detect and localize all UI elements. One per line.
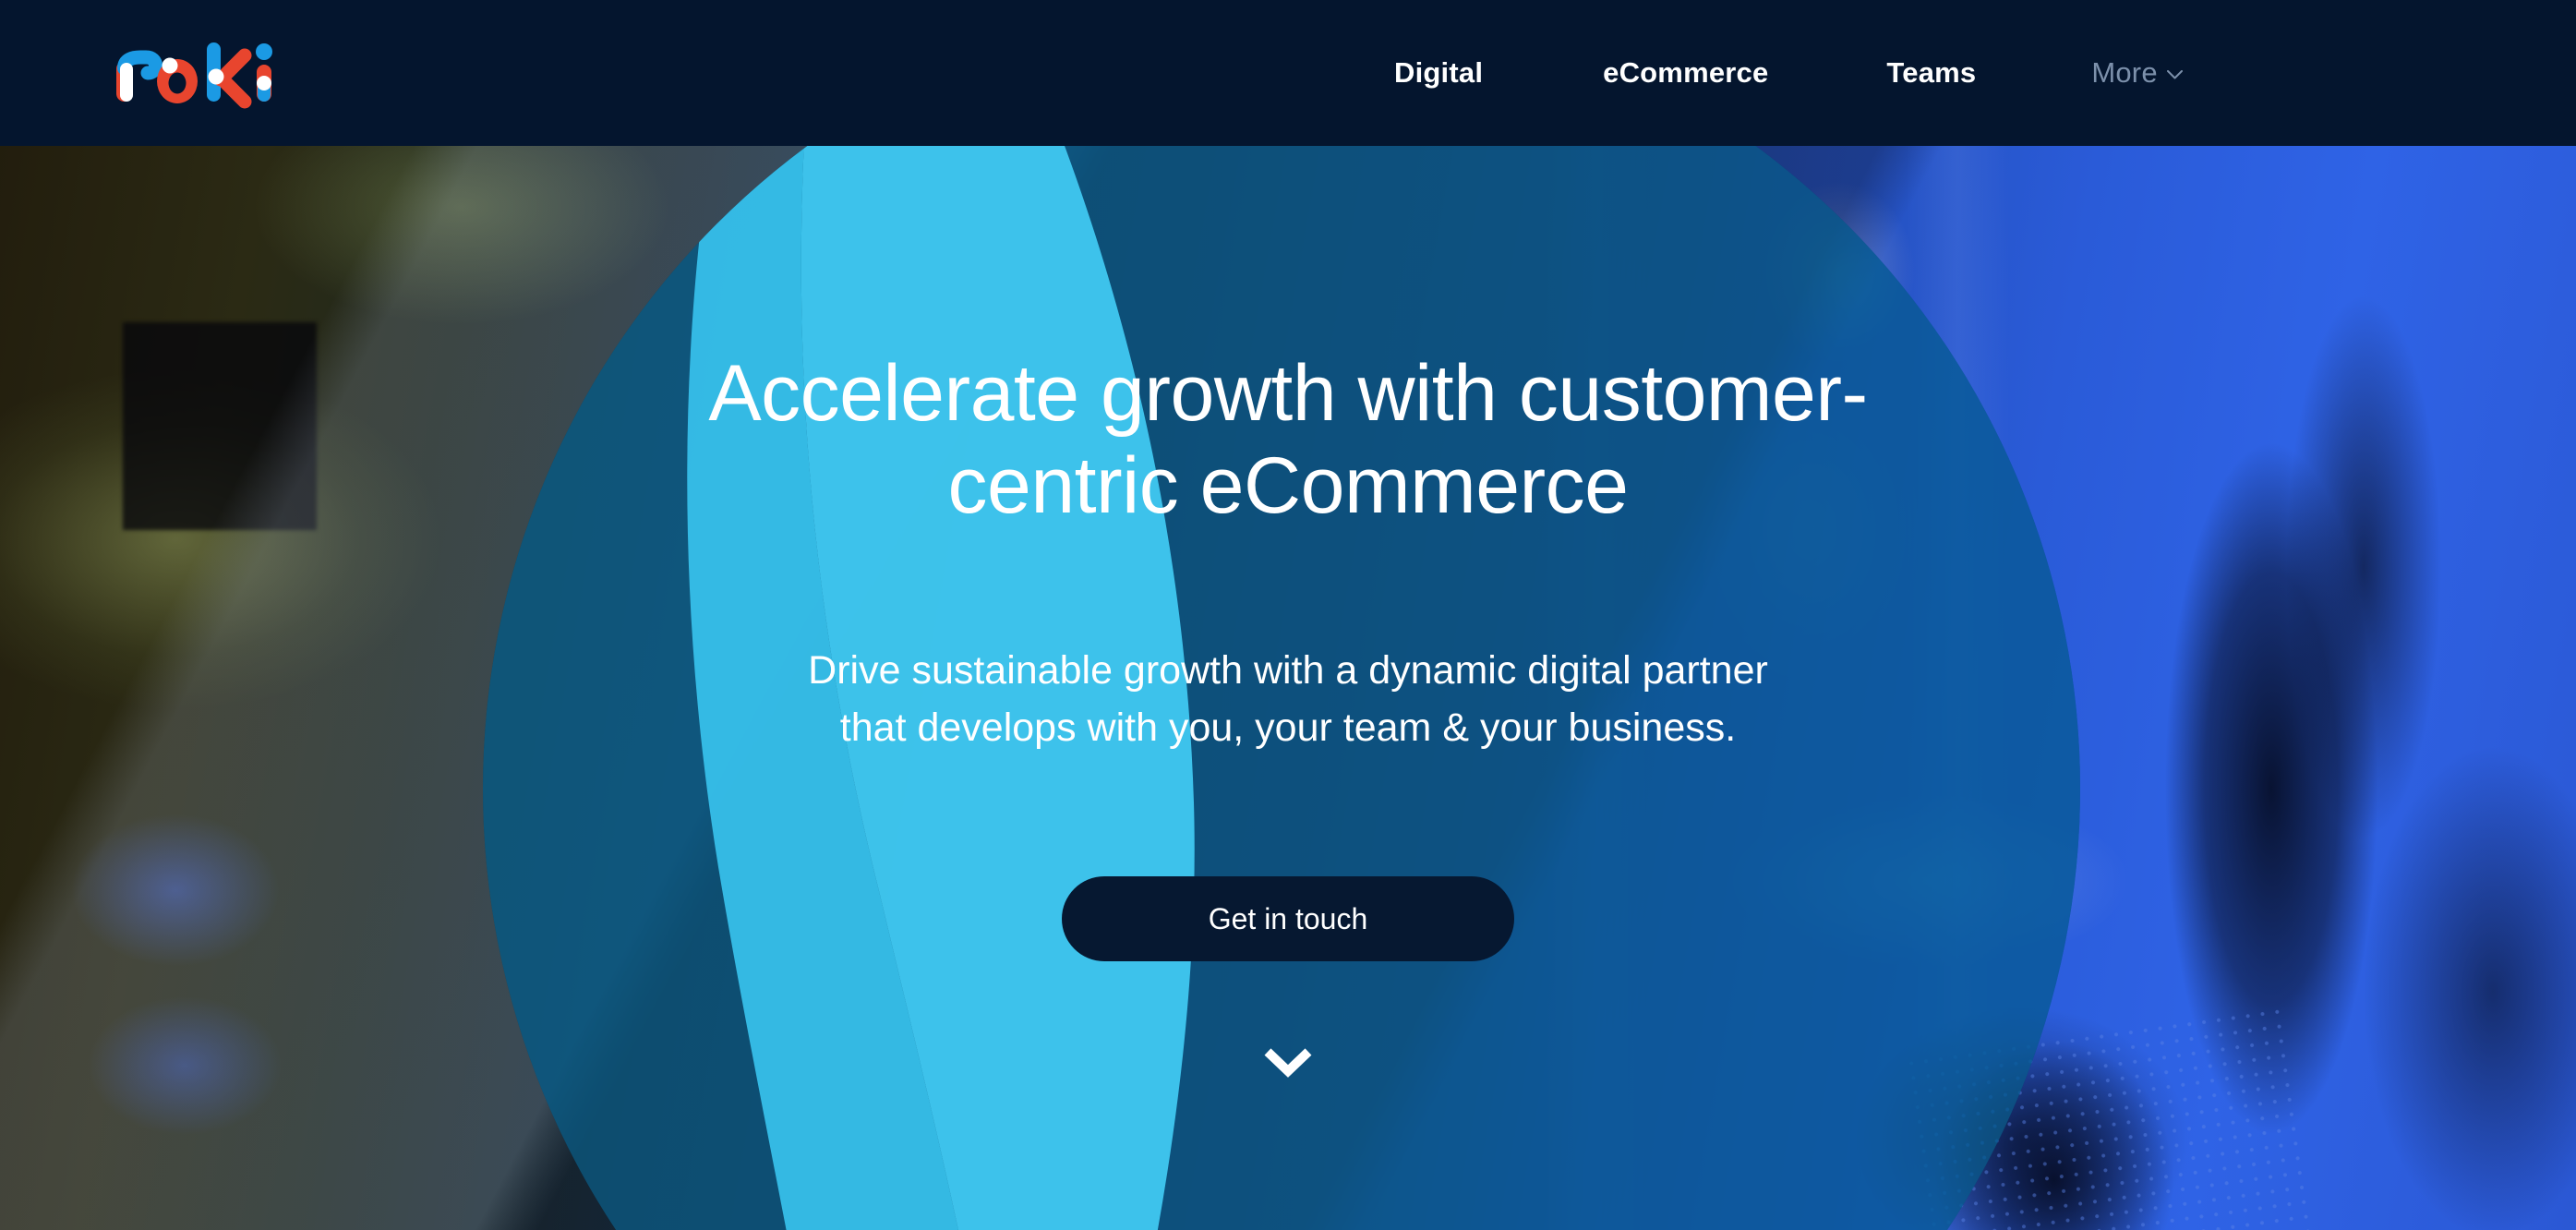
chevron-down-icon	[2166, 70, 2183, 79]
get-in-touch-button[interactable]: Get in touch	[1062, 876, 1514, 961]
nav-item-more-label: More	[2091, 56, 2158, 89]
nav-item-more[interactable]: More	[2091, 56, 2183, 90]
hero-content: Accelerate growth with customer- centric…	[0, 87, 2576, 1230]
hero-subheading-line-2: that develops with you, your team & your…	[839, 705, 1737, 751]
nav-item-teams[interactable]: Teams	[1886, 56, 1976, 90]
hero-headline-line-2: centric eCommerce	[947, 440, 1629, 530]
scroll-down-chevron-icon[interactable]	[1260, 1043, 1316, 1079]
hero-subheading: Drive sustainable growth with a dynamic …	[549, 642, 2027, 757]
hero-headline: Accelerate growth with customer- centric…	[457, 348, 2119, 533]
roki-logo[interactable]	[113, 35, 307, 111]
hero-subheading-line-1: Drive sustainable growth with a dynamic …	[808, 648, 1768, 693]
nav-item-ecommerce[interactable]: eCommerce	[1603, 56, 1768, 90]
hero-headline-line-1: Accelerate growth with customer-	[708, 349, 1868, 438]
page-root: Digital eCommerce Teams More Accelerate …	[0, 0, 2576, 1230]
nav-item-digital[interactable]: Digital	[1394, 56, 1483, 90]
main-navigation: Digital eCommerce Teams More	[1357, 0, 2183, 146]
hero-section: Accelerate growth with customer- centric…	[0, 87, 2576, 1230]
site-header: Digital eCommerce Teams More	[0, 0, 2576, 146]
